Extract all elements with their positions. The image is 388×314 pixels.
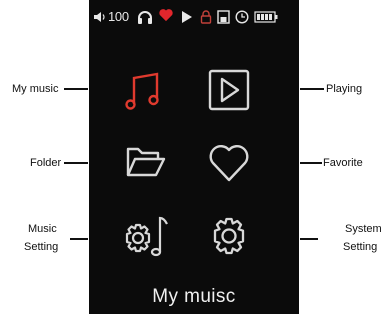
lock-icon (200, 10, 212, 24)
screen-title: My muisc (152, 286, 236, 307)
callout-favorite: Favorite (323, 157, 363, 169)
callout-folder: Folder (30, 157, 62, 169)
callout-system-setting-line2: Setting (343, 241, 378, 253)
callout-line-system-setting (300, 238, 318, 240)
volume-level: 100 (108, 9, 129, 24)
headphones-icon (138, 11, 152, 24)
callout-line-playing (300, 88, 324, 90)
heart-icon (159, 9, 173, 22)
speaker-icon (94, 12, 105, 22)
play-box-icon[interactable] (206, 67, 252, 113)
callout-music-setting-line1: Music (28, 223, 57, 235)
device-screen: 100 My muisc (89, 0, 299, 314)
play-icon (182, 11, 192, 23)
folder-icon[interactable] (122, 139, 168, 185)
callout-playing: Playing (326, 83, 363, 95)
gear-note-icon[interactable] (122, 212, 172, 258)
callout-line-favorite (300, 162, 322, 164)
battery-icon (254, 11, 278, 23)
callout-music-setting-line2: Setting (24, 241, 59, 253)
heart-outline-icon[interactable] (206, 139, 252, 185)
gear-icon[interactable] (206, 212, 252, 258)
callout-system-setting-line1: System (345, 223, 382, 235)
save-icon (217, 10, 230, 24)
clock-icon (235, 10, 249, 24)
music-note-icon[interactable] (122, 67, 168, 113)
callout-my-music: My music (12, 83, 59, 95)
callout-line-my-music (64, 88, 88, 90)
callout-line-music-setting (70, 238, 88, 240)
status-bar: 100 (89, 0, 299, 32)
callout-line-folder (64, 162, 88, 164)
